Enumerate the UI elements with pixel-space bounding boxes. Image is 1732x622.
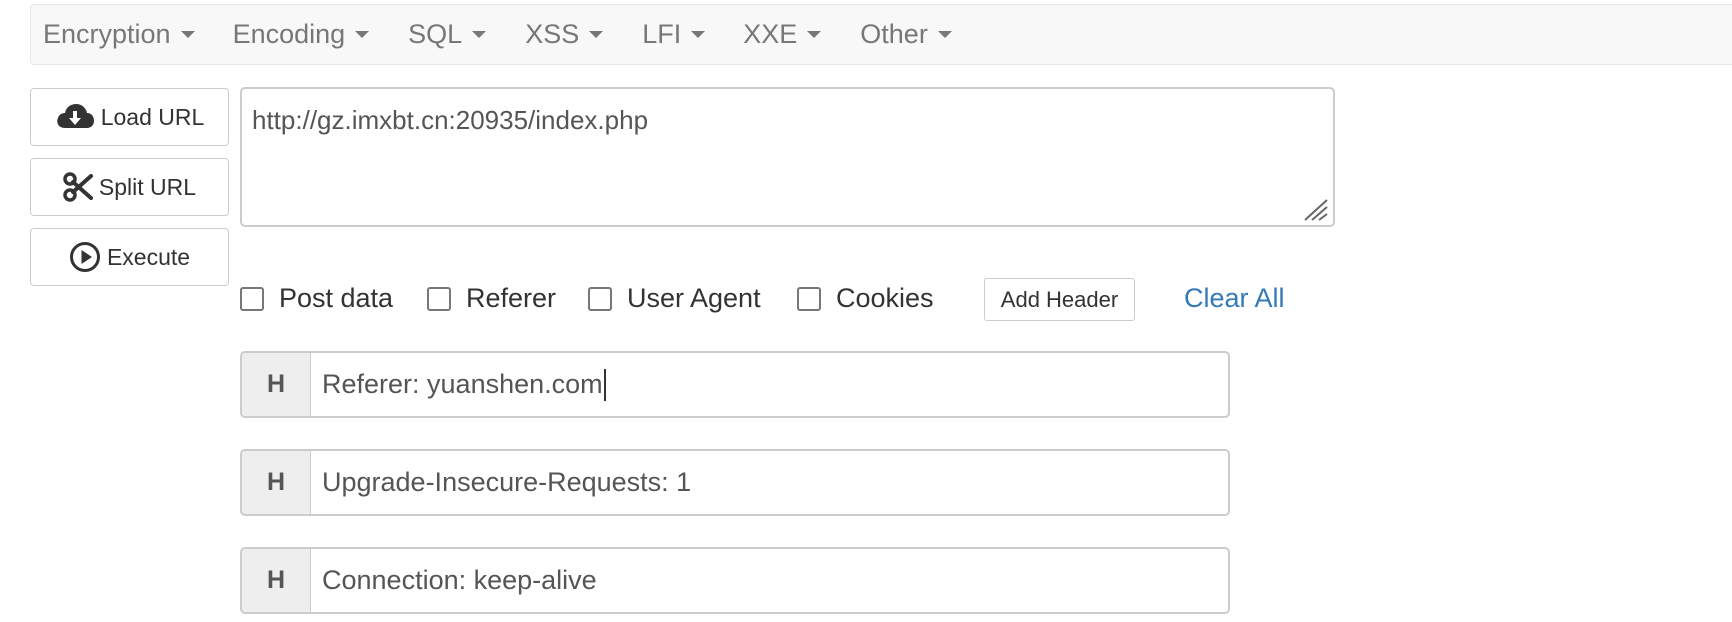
caret-down-icon xyxy=(355,31,370,38)
cloud-download-icon xyxy=(56,104,94,128)
menu-encoding[interactable]: Encoding xyxy=(233,5,370,64)
menu-xss[interactable]: XSS xyxy=(525,5,604,64)
header-value: Upgrade-Insecure-Requests: 1 xyxy=(322,467,692,497)
menu-label: Encryption xyxy=(43,19,171,49)
execute-label: Execute xyxy=(106,243,191,270)
post-data-label: Post data xyxy=(279,283,394,313)
user-agent-option[interactable]: User Agent xyxy=(588,283,761,314)
menu-label: SQL xyxy=(408,19,463,49)
header-value: Referer: yuanshen.com xyxy=(322,369,603,399)
header-addon: H xyxy=(240,547,311,614)
play-circle-icon xyxy=(69,242,100,272)
menu-bar: Encryption Encoding SQL XSS LFI XXE Othe… xyxy=(30,4,1732,65)
menu-lfi[interactable]: LFI xyxy=(642,5,706,64)
menu-sql[interactable]: SQL xyxy=(408,5,487,64)
text-cursor xyxy=(603,368,606,401)
caret-down-icon xyxy=(937,31,952,38)
post-data-checkbox[interactable] xyxy=(240,286,264,311)
menu-label: XXE xyxy=(743,19,798,49)
load-url-label: Load URL xyxy=(100,103,205,130)
caret-down-icon xyxy=(472,31,487,38)
execute-button[interactable]: Execute xyxy=(30,228,229,286)
header-input[interactable]: Referer: yuanshen.com xyxy=(311,351,1230,418)
scissors-icon xyxy=(63,172,93,202)
resize-grip-icon[interactable] xyxy=(1301,196,1329,222)
menu-label: LFI xyxy=(642,19,682,49)
caret-down-icon xyxy=(589,31,604,38)
caret-down-icon xyxy=(691,31,706,38)
header-value: Connection: keep-alive xyxy=(322,565,597,595)
user-agent-checkbox[interactable] xyxy=(588,286,612,311)
header-input[interactable]: Connection: keep-alive xyxy=(311,547,1230,614)
split-url-label: Split URL xyxy=(98,173,197,200)
header-addon: H xyxy=(240,449,311,516)
menu-other[interactable]: Other xyxy=(860,5,952,64)
referer-label: Referer xyxy=(466,283,557,313)
menu-label: Encoding xyxy=(232,19,346,49)
load-url-button[interactable]: Load URL xyxy=(30,88,229,146)
cookies-option[interactable]: Cookies xyxy=(797,283,934,314)
referer-checkbox[interactable] xyxy=(427,286,451,311)
menu-label: Other xyxy=(860,19,928,49)
url-textarea[interactable]: http://gz.imxbt.cn:20935/index.php xyxy=(240,87,1335,227)
header-addon: H xyxy=(240,351,311,418)
header-row: H Upgrade-Insecure-Requests: 1 xyxy=(240,449,1230,516)
header-input[interactable]: Upgrade-Insecure-Requests: 1 xyxy=(311,449,1230,516)
menu-label: XSS xyxy=(525,19,580,49)
caret-down-icon xyxy=(180,31,195,38)
post-data-option[interactable]: Post data xyxy=(240,283,393,314)
user-agent-label: User Agent xyxy=(627,283,761,313)
header-row: H Referer: yuanshen.com xyxy=(240,351,1230,418)
clear-all-link[interactable]: Clear All xyxy=(1184,283,1285,314)
cookies-label: Cookies xyxy=(836,283,934,313)
referer-option[interactable]: Referer xyxy=(427,283,556,314)
menu-encryption[interactable]: Encryption xyxy=(43,5,195,64)
split-url-button[interactable]: Split URL xyxy=(30,158,229,216)
menu-xxe[interactable]: XXE xyxy=(743,5,822,64)
caret-down-icon xyxy=(807,31,822,38)
header-row: H Connection: keep-alive xyxy=(240,547,1230,614)
add-header-button[interactable]: Add Header xyxy=(984,278,1135,321)
cookies-checkbox[interactable] xyxy=(797,286,821,311)
